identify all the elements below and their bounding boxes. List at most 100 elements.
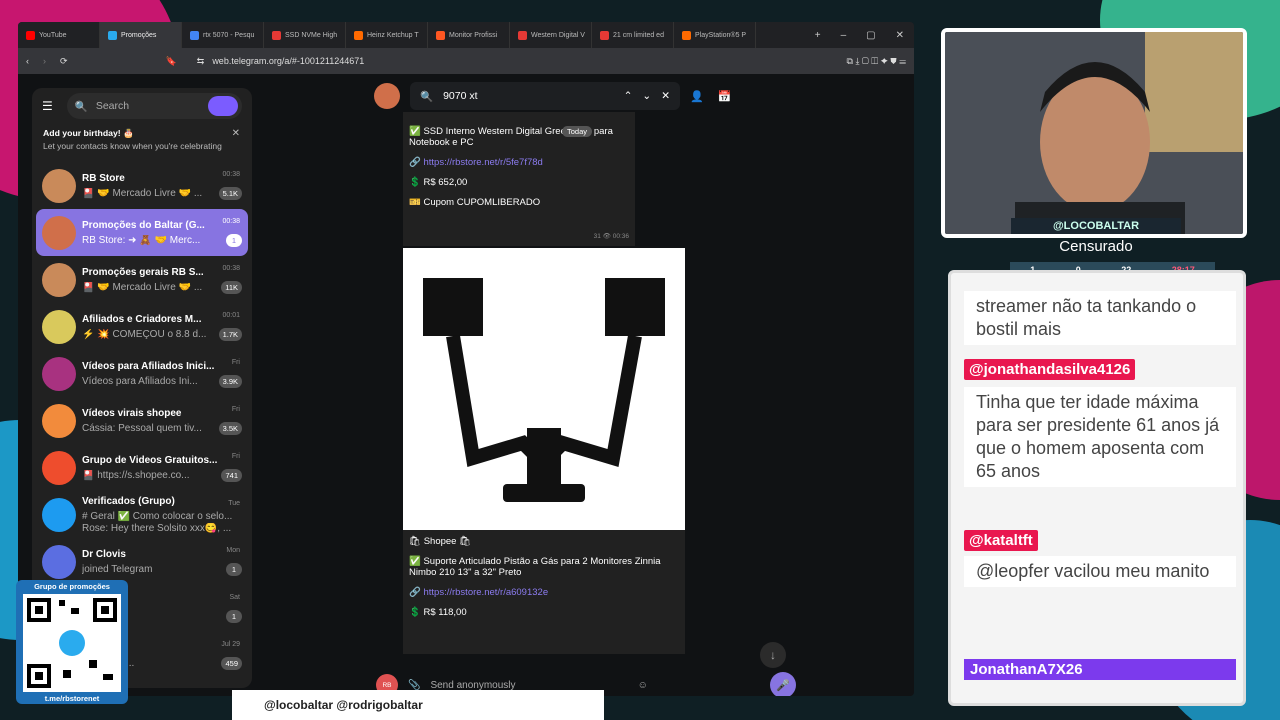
message-title: ✅ Suporte Articulado Pistão a Gás para 2…: [409, 556, 661, 578]
chat-time: Tue: [228, 500, 240, 507]
birthday-banner[interactable]: Add your birthday! 🎂 Let your contacts k…: [36, 124, 248, 162]
chat-list-item[interactable]: Promoções do Baltar (G... RB Store: ➜ 🧸 🤝…: [36, 209, 248, 256]
chat-time: 00:38: [222, 171, 240, 178]
unread-badge: 5.1K: [218, 187, 242, 200]
chat-time: 00:01: [222, 312, 240, 319]
extensions-icon[interactable]: ⧉ ⤓ ▢ ◫ ✦ ⛊ ☰: [847, 56, 906, 67]
chat-avatar[interactable]: [374, 83, 400, 109]
chat-list-item[interactable]: Verificados (Grupo) # Geral ✅ Como coloca…: [36, 491, 248, 538]
close-icon[interactable]: ✕: [232, 128, 240, 139]
tab-favicon-icon: [272, 30, 281, 40]
chat-avatar: [42, 497, 76, 532]
chat-time: Fri: [231, 359, 240, 366]
message-input[interactable]: Send anonymously: [430, 680, 515, 691]
bookmark-icon[interactable]: 🔖: [166, 56, 177, 67]
chat-list-item[interactable]: RB Store 🎴 🤝 Mercado Livre 🤝 ... 00:38 5.1K: [36, 162, 248, 209]
browser-tab[interactable]: PlayStation®5 P: [674, 22, 756, 48]
chat-list-item[interactable]: Dr Clovis joined Telegram Mon 1: [36, 538, 248, 585]
site-info-icon[interactable]: ⇆: [197, 56, 205, 67]
attach-icon[interactable]: 📎: [408, 680, 420, 691]
browser-tab[interactable]: Monitor Profissi: [428, 22, 510, 48]
unread-badge: 3.9K: [218, 375, 242, 388]
browser-tab[interactable]: Promoções: [100, 22, 182, 48]
date-badge: Today: [562, 126, 593, 137]
product-image[interactable]: [403, 248, 685, 530]
chat-avatar: [42, 215, 76, 250]
chat-name: Promoções gerais RB S...: [82, 266, 204, 278]
browser-tab[interactable]: 21 cm limited ed: [592, 22, 674, 48]
chat-list-item[interactable]: Promoções gerais RB S... 🎴 🤝 Mercado Livr…: [36, 256, 248, 303]
stream-title: Censurado: [1059, 238, 1133, 255]
message-store: 🛍 Shopee 🛍: [409, 536, 472, 547]
back-icon[interactable]: ‹: [26, 56, 29, 66]
tab-favicon-icon: [26, 30, 35, 40]
tab-favicon-icon: [518, 30, 527, 40]
stream-handle: @LOCOBALTAR: [1011, 218, 1181, 234]
chat-preview: RB Store: ➜ 🧸 🤝 Merc...: [82, 234, 201, 246]
message-bubble: ✅ SSD Interno Western Digital Green 1TB …: [403, 112, 635, 246]
chat-time: Sat: [229, 594, 240, 601]
account-avatar-icon[interactable]: [208, 96, 238, 116]
chat-name: Dr Clovis: [82, 548, 126, 560]
chat-name: Afiliados e Criadores M...: [82, 313, 202, 325]
chat-avatar: [42, 262, 76, 297]
message-price: 💲 R$ 652,00: [409, 177, 468, 188]
chat-list-item[interactable]: Grupo de Videos Gratuitos... 🎴 https://s.…: [36, 444, 248, 491]
message-title: ✅ SSD Interno Western Digital Green 1TB …: [409, 126, 613, 148]
tab-label: PlayStation®5 P: [695, 31, 747, 39]
browser-tab[interactable]: rtx 5070 - Pesqu: [182, 22, 264, 48]
url-field[interactable]: ⇆ web.telegram.org/a/#-1001211244671: [191, 52, 833, 70]
maximize-icon[interactable]: ▢: [866, 30, 875, 41]
chat-list-header: ☰ 🔍 Search: [32, 88, 252, 124]
message-price: 💲 R$ 118,00: [409, 607, 467, 618]
chat-time: 00:38: [222, 265, 240, 272]
qr-code: [23, 594, 121, 692]
user-icon[interactable]: 👤: [690, 90, 704, 103]
chat-name: Verificados (Grupo): [82, 495, 175, 507]
unread-badge: 3.5K: [218, 422, 242, 435]
tab-label: 21 cm limited ed: [613, 31, 664, 39]
chat-avatar: [42, 450, 76, 485]
tab-favicon-icon: [108, 30, 117, 40]
chat-message: Tinha que ter idade máxima para ser pres…: [964, 387, 1236, 487]
tab-favicon-icon: [600, 30, 609, 40]
chat-avatar: [42, 309, 76, 344]
unread-badge: 459: [221, 657, 242, 670]
chat-avatar: [42, 544, 76, 579]
browser-tab[interactable]: SSD NVMe High: [264, 22, 346, 48]
browser-tab[interactable]: YouTube: [18, 22, 100, 48]
reload-icon[interactable]: ⟳: [60, 56, 68, 67]
tab-label: YouTube: [39, 31, 67, 39]
browser-tab[interactable]: Western Digital V: [510, 22, 592, 48]
calendar-icon[interactable]: 📅: [718, 90, 732, 103]
menu-icon[interactable]: ☰: [42, 99, 53, 113]
tab-label: SSD NVMe High: [285, 31, 338, 39]
tab-label: Promoções: [121, 31, 157, 39]
message-list: ✅ SSD Interno Western Digital Green 1TB …: [402, 74, 686, 654]
new-tab-icon[interactable]: +: [815, 30, 821, 41]
search-placeholder: Search: [95, 100, 130, 112]
scroll-down-button[interactable]: ↓: [760, 642, 786, 668]
chat-time: Jul 29: [221, 641, 240, 648]
close-icon[interactable]: ✕: [896, 30, 904, 41]
chat-username: @jonathandasilva4126: [964, 359, 1136, 380]
search-input[interactable]: 🔍 Search: [66, 93, 242, 119]
message-link[interactable]: 🔗 https://rbstore.net/r/5fe7f78d: [409, 157, 629, 168]
qr-code-card: Grupo de promoções t.me/rbstorenet: [16, 580, 128, 704]
chat-list-item[interactable]: Vídeos para Afiliados Inici... Vídeos par…: [36, 350, 248, 397]
chat-list-item[interactable]: Afiliados e Criadores M... ⚡ 💥 COMEÇOU o …: [36, 303, 248, 350]
forward-icon[interactable]: ›: [43, 56, 46, 66]
chat-avatar: [42, 356, 76, 391]
chat-name: Vídeos virais shopee: [82, 407, 182, 419]
message-link[interactable]: 🔗 https://rbstore.net/r/a609132e: [409, 587, 679, 598]
browser-tab[interactable]: Heinz Ketchup T: [346, 22, 428, 48]
webcam-feed: [941, 28, 1247, 238]
chat-preview: Rose: Hey there Solsito xxx😋, ...: [82, 522, 232, 534]
emoji-icon[interactable]: ☺: [638, 680, 648, 691]
microphone-button[interactable]: 🎤: [769, 672, 796, 696]
minimize-icon[interactable]: –: [841, 30, 847, 41]
tab-label: rtx 5070 - Pesqu: [203, 31, 255, 39]
chat-preview: 🎴 🤝 Mercado Livre 🤝 ...: [82, 281, 203, 293]
stream-chat: streamer não ta tankando o bostil mais @…: [948, 270, 1246, 706]
chat-list-item[interactable]: Vídeos virais shopee Cássia: Pessoal quem…: [36, 397, 248, 444]
